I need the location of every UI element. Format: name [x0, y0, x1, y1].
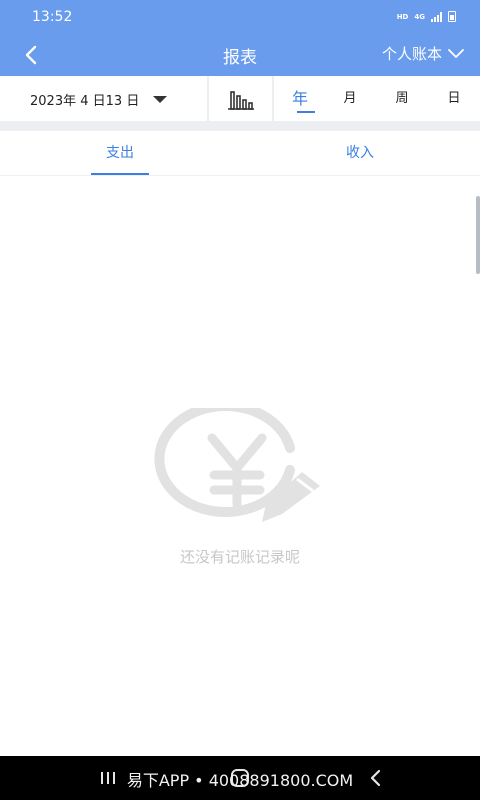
status-bar: 13:52 HD 4G: [0, 0, 480, 34]
tab-active-indicator: [91, 173, 149, 175]
status-time: 13:52: [32, 9, 73, 25]
type-tabs: 支出 收入: [0, 131, 480, 176]
date-suffix: 日: [126, 93, 140, 109]
date-year: 2023年: [30, 93, 77, 109]
scrollbar-thumb[interactable]: [476, 196, 480, 274]
period-tab-week[interactable]: 周: [382, 76, 422, 122]
chevron-down-icon: [448, 48, 464, 58]
book-selector-label: 个人账本: [381, 45, 442, 63]
app-header: 报表 个人账本: [0, 34, 480, 76]
period-tab-year-label: 年: [291, 89, 308, 108]
section-spacer: [0, 122, 480, 131]
period-tab-month[interactable]: 月: [330, 76, 370, 122]
book-selector[interactable]: 个人账本: [382, 43, 464, 64]
caret-down-icon: [153, 95, 168, 103]
period-tab-year[interactable]: 年: [280, 76, 320, 122]
status-icons: HD 4G: [397, 11, 456, 22]
period-tabs: 年 月 周 日: [274, 76, 480, 122]
period-active-indicator: [297, 111, 315, 113]
watermark: 易下APP • 4008891800.COM: [126, 771, 354, 790]
tab-income[interactable]: 收入: [310, 131, 410, 176]
filter-bar: 2023年 4 日13 日 年 月 周 日: [0, 76, 480, 122]
date-label: 2023年 4 日13 日: [30, 90, 139, 109]
chart-toggle-button[interactable]: [210, 76, 272, 122]
date-month: 4: [80, 93, 89, 109]
hd-indicator: HD: [396, 12, 409, 21]
network-indicator: 4G: [414, 12, 425, 21]
date-picker[interactable]: 2023年 4 日13 日: [0, 76, 208, 122]
signal-icon: [431, 11, 442, 22]
tab-expense[interactable]: 支出: [70, 131, 170, 176]
yen-pencil-icon: [154, 408, 320, 522]
battery-icon: [448, 11, 456, 22]
bar-chart-icon: [228, 91, 254, 110]
empty-state-message: 还没有记账记录呢: [179, 548, 300, 566]
period-tab-day[interactable]: 日: [434, 76, 474, 122]
divider: [207, 76, 209, 122]
date-day: 日13: [92, 93, 123, 109]
